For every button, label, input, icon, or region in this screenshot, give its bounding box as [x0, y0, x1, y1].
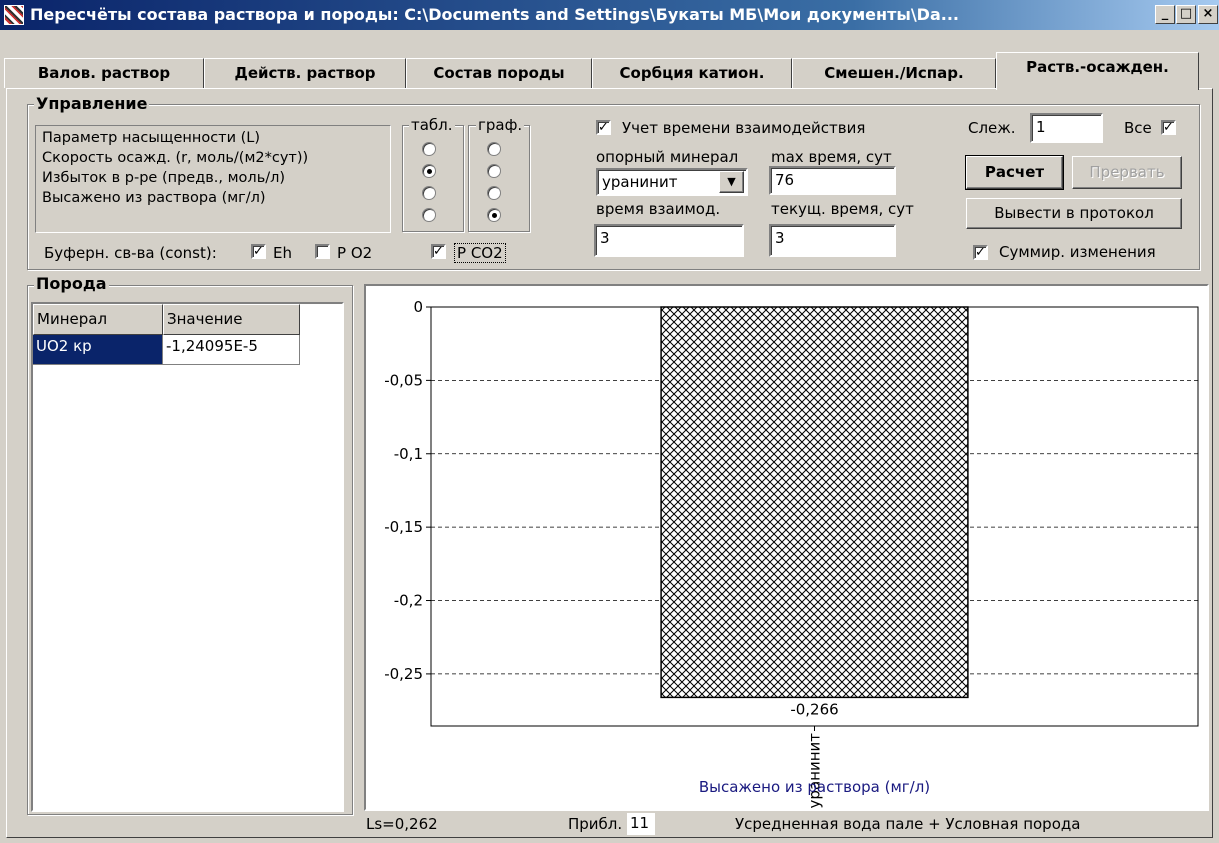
buffer-label: Буферн. св-ва (const):	[44, 244, 217, 262]
window-titlebar[interactable]: Пересчёты состава раствора и породы: C:\…	[0, 0, 1219, 30]
table-radio-rate[interactable]	[422, 164, 436, 178]
param-saturation: Параметр насыщенности (L)	[42, 130, 261, 146]
minimize-button[interactable]: _	[1155, 5, 1175, 24]
column-header-value[interactable]: Значение	[163, 304, 300, 335]
interaction-time-input[interactable]: 3	[594, 224, 744, 257]
max-time-input[interactable]: 76	[769, 166, 896, 195]
track-label: Слеж.	[968, 119, 1016, 137]
interaction-time-field-label: время взаимод.	[596, 200, 721, 218]
parameter-list: Параметр насыщенности (L) Скорость осажд…	[35, 125, 391, 233]
table-column-label: табл.	[409, 116, 455, 134]
tab-effective-solution[interactable]: Действ. раствор	[204, 58, 406, 88]
track-input[interactable]: 1	[1030, 113, 1103, 143]
maximize-button[interactable]: □	[1176, 5, 1196, 24]
rock-table[interactable]: Минерал Значение UO2 кр -1,24095E-5	[31, 302, 344, 812]
tab-mixing-evaporation[interactable]: Смешен./Испар.	[792, 58, 996, 88]
all-label: Все	[1124, 119, 1152, 137]
table-row-value[interactable]: -1,24095E-5	[163, 335, 300, 365]
buffer-po2-label: P O2	[337, 244, 373, 262]
param-precipitated: Высажено из раствора (мг/л)	[42, 190, 266, 206]
chevron-down-icon[interactable]: ▼	[719, 171, 744, 193]
control-group-label: Управление	[34, 94, 150, 113]
y-tick-label: 0	[413, 298, 423, 316]
ls-status: Ls=0,262	[366, 815, 438, 833]
y-tick-label: -0,15	[384, 518, 423, 536]
x-category-label: уранинит	[806, 733, 824, 809]
buffer-eh-label: Eh	[273, 244, 292, 262]
table-radio-excess[interactable]	[422, 186, 436, 200]
ref-mineral-label: опорный минерал	[596, 148, 739, 166]
app-icon[interactable]	[4, 5, 24, 25]
close-button[interactable]: ×	[1198, 5, 1218, 24]
param-deposition-rate: Скорость осажд. (r, моль/(м2*сут))	[42, 150, 309, 166]
chart-area: 0 -0,05 -0,1 -0,15 -0,2 -0,25 -0,266 уранинит Вы…	[364, 284, 1209, 811]
max-time-label: max время, сут	[771, 148, 892, 166]
y-tick-label: -0,25	[384, 665, 423, 683]
interrupt-button[interactable]: Прервать	[1072, 156, 1182, 189]
buffer-eh-checkbox[interactable]: ✓	[251, 244, 266, 259]
bar-value-label: -0,266	[790, 700, 838, 718]
graph-column-label: граф.	[476, 116, 525, 134]
buffer-po2-checkbox[interactable]	[315, 244, 330, 259]
graph-radio-saturation[interactable]	[487, 142, 501, 156]
all-checkbox[interactable]: ✓	[1161, 120, 1176, 135]
y-tick-label: -0,05	[384, 371, 423, 389]
chart-svg: 0 -0,05 -0,1 -0,15 -0,2 -0,25 -0,266 уранинитВы…	[384, 298, 1199, 809]
table-row-mineral[interactable]: UO2 кр	[33, 335, 163, 365]
approx-label: Прибл.	[568, 815, 623, 833]
x-axis-label: Высажено из раствора (мг/л)	[699, 778, 930, 796]
summ-changes-label: Суммир. изменения	[999, 243, 1156, 261]
ref-mineral-value: уранинит	[602, 173, 678, 191]
graph-radio-excess[interactable]	[487, 186, 501, 200]
buffer-pco2-checkbox[interactable]: ✓	[431, 244, 446, 259]
rock-group-label: Порода	[34, 274, 109, 293]
current-time-input[interactable]: 3	[769, 224, 896, 257]
y-tick-label: -0,2	[394, 592, 423, 610]
graph-radio-precipitated[interactable]	[487, 208, 501, 222]
export-protocol-button[interactable]: Вывести в протокол	[966, 198, 1182, 229]
bar-chart: 0 -0,05 -0,1 -0,15 -0,2 -0,25 -0,266 уранинит Вы…	[366, 286, 1207, 813]
calc-button[interactable]: Расчет	[965, 155, 1064, 190]
window-title: Пересчёты состава раствора и породы: C:\…	[30, 5, 959, 24]
tab-dissolution-precipitation[interactable]: Раств.-осажден.	[996, 52, 1199, 90]
table-radio-precipitated[interactable]	[422, 208, 436, 222]
bar-уранинит	[660, 306, 969, 699]
approx-value: 11	[627, 813, 655, 835]
graph-radio-rate[interactable]	[487, 164, 501, 178]
summ-changes-checkbox[interactable]: ✓	[973, 245, 988, 260]
buffer-pco2-label: P CO2	[454, 243, 506, 263]
tab-gross-solution[interactable]: Валов. раствор	[4, 58, 204, 88]
interaction-time-label: Учет времени взаимодействия	[622, 119, 866, 137]
current-time-label: текущ. время, сут	[771, 200, 914, 218]
table-radio-saturation[interactable]	[422, 142, 436, 156]
y-tick-label: -0,1	[394, 445, 423, 463]
tab-cation-sorption[interactable]: Сорбция катион.	[592, 58, 792, 88]
param-excess: Избыток в р-ре (предв., моль/л)	[42, 170, 286, 186]
interaction-time-checkbox[interactable]: ✓	[596, 120, 611, 135]
status-description: Усредненная вода пале + Условная порода	[735, 815, 1081, 833]
tab-rock-composition[interactable]: Состав породы	[406, 58, 592, 88]
column-header-mineral[interactable]: Минерал	[33, 304, 163, 335]
